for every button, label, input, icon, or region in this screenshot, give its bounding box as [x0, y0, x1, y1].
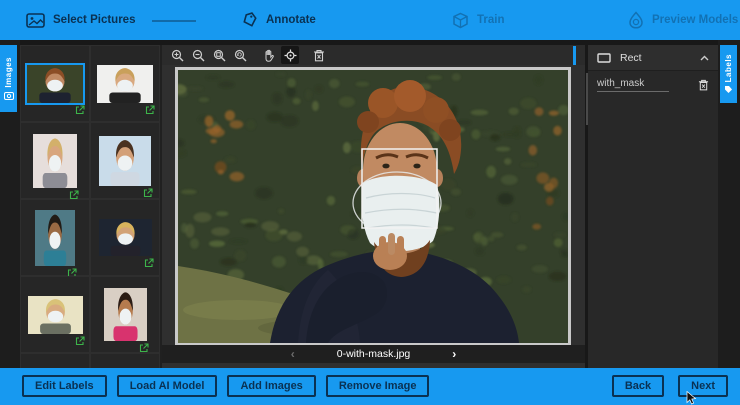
thumbnail-grid [20, 45, 162, 368]
thumbnail-image[interactable] [99, 219, 152, 256]
open-image-icon[interactable] [144, 258, 154, 268]
canvas-toolbar [162, 45, 585, 65]
labels-tab-label: Labels [724, 54, 733, 82]
thumbnail-1[interactable] [20, 45, 90, 122]
thumbnail-2[interactable] [90, 45, 160, 122]
target-tool-icon[interactable] [281, 46, 299, 64]
thumbnail-image[interactable] [27, 65, 83, 103]
step-preview-models[interactable]: Preview Models [628, 0, 738, 40]
zoom-in-icon[interactable] [168, 46, 186, 64]
chevron-up-icon [700, 55, 709, 61]
edit-labels-button[interactable]: Edit Labels [22, 375, 107, 397]
thumbnail-image[interactable] [35, 210, 75, 266]
step-label: Annotate [266, 14, 316, 26]
previous-image-arrow[interactable]: ‹ [291, 348, 295, 360]
tags-icon [240, 12, 258, 29]
zoom-out-icon[interactable] [189, 46, 207, 64]
label-name-input[interactable]: with_mask [597, 78, 669, 92]
next-image-arrow[interactable]: › [452, 348, 456, 360]
thumbnail-8[interactable] [90, 276, 160, 353]
shape-group-header[interactable]: Rect [588, 45, 718, 71]
rect-shape-icon [597, 53, 611, 63]
cube-icon [452, 12, 469, 29]
labels-panel: Rect with_mask [588, 45, 718, 368]
open-image-icon[interactable] [145, 105, 155, 115]
annotated-photo[interactable] [175, 67, 571, 346]
thumbnail-image[interactable] [99, 136, 151, 186]
open-image-icon[interactable] [69, 190, 79, 200]
open-image-icon[interactable] [75, 336, 85, 346]
thumbnail-partial [90, 353, 160, 368]
bottom-action-bar: Edit Labels Load AI Model Add Images Remove… [0, 368, 740, 405]
thumbnail-image[interactable] [97, 65, 153, 103]
step-label: Train [477, 14, 504, 26]
shape-group-title: Rect [620, 52, 691, 64]
tab-labels[interactable]: Labels [720, 45, 737, 103]
label-row: with_mask [588, 71, 718, 98]
step-select-pictures[interactable]: Select Pictures [26, 0, 135, 40]
thumbnail-5[interactable] [20, 199, 90, 276]
delete-label-icon[interactable] [698, 79, 709, 91]
back-button[interactable]: Back [612, 375, 664, 397]
open-image-icon[interactable] [143, 188, 153, 198]
load-ai-model-button[interactable]: Load AI Model [117, 375, 218, 397]
step-train[interactable]: Train [452, 0, 504, 40]
thumbnail-image[interactable] [33, 134, 77, 188]
zoom-fit-icon[interactable] [210, 46, 228, 64]
delete-annotation-icon[interactable] [310, 46, 328, 64]
workspace: Images [0, 40, 740, 368]
step-label: Select Pictures [53, 14, 135, 26]
open-image-icon[interactable] [75, 105, 85, 115]
zoom-reset-icon[interactable] [231, 46, 249, 64]
droplet-icon [628, 11, 644, 29]
wizard-header: Select Pictures Annotate Train Preview M… [0, 0, 740, 40]
step-connector-line [152, 20, 196, 22]
step-annotate[interactable]: Annotate [240, 0, 316, 40]
open-image-icon[interactable] [139, 343, 149, 353]
camera-icon [4, 91, 14, 100]
left-button-group: Edit Labels Load AI Model Add Images Remove… [22, 375, 429, 397]
pan-hand-icon[interactable] [260, 46, 278, 64]
current-filename: 0-with-mask.jpg [337, 348, 411, 360]
next-button[interactable]: Next [678, 375, 728, 397]
tab-images[interactable]: Images [0, 45, 17, 112]
add-images-button[interactable]: Add Images [227, 375, 315, 397]
thumbnail-6[interactable] [90, 199, 160, 276]
remove-image-button[interactable]: Remove Image [326, 375, 430, 397]
annotation-canvas-area: ‹ 0-with-mask.jpg › [162, 45, 585, 368]
images-tab-label: Images [4, 57, 13, 88]
thumbnail-7[interactable] [20, 276, 90, 353]
thumbnail-image[interactable] [104, 288, 147, 341]
canvas-vertical-scrollbar[interactable] [573, 46, 576, 65]
step-label: Preview Models [652, 14, 738, 26]
tag-icon [724, 85, 733, 94]
thumbnail-image[interactable] [28, 296, 83, 334]
thumbnail-4[interactable] [90, 122, 160, 199]
right-button-group: Back Next [612, 375, 728, 397]
thumbnail-3[interactable] [20, 122, 90, 199]
thumbnail-partial [20, 353, 90, 368]
image-navigator: ‹ 0-with-mask.jpg › [162, 345, 585, 363]
pictures-icon [26, 13, 45, 28]
